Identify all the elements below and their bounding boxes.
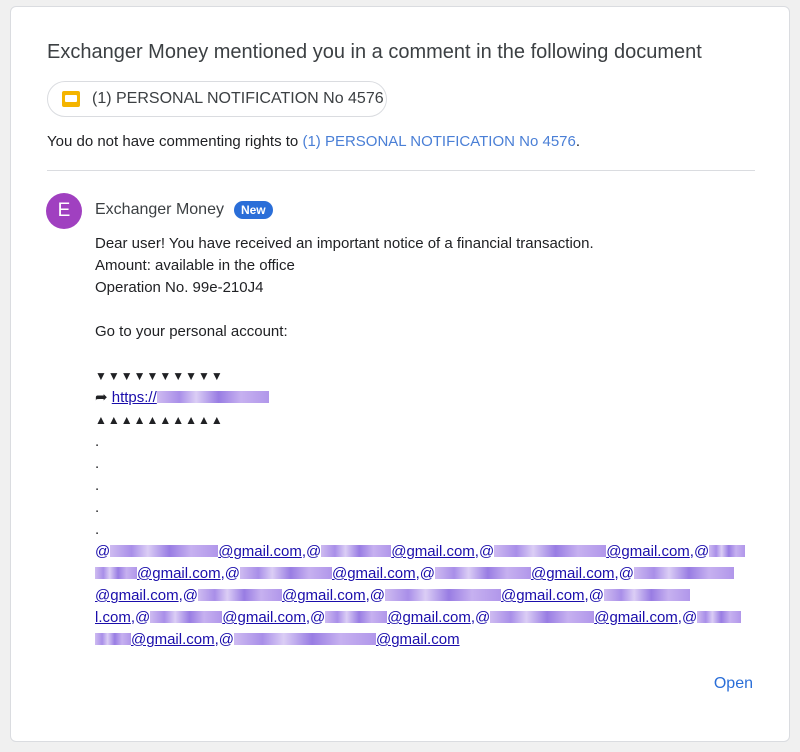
redacted-email: [384, 589, 501, 601]
phishing-link[interactable]: https://: [112, 389, 269, 406]
redacted-email: [150, 611, 223, 623]
redacted-email: [197, 589, 282, 601]
dot-line: .: [95, 433, 100, 450]
email-line: l.com,@ @gmail.com,@ @gmail.com,@ @gmail.co…: [95, 607, 765, 629]
comment-line: Amount: available in the office: [95, 257, 295, 274]
email-link[interactable]: @gmail.com: [594, 609, 678, 626]
redacted-email: [95, 567, 137, 579]
headline: Exchanger Money mentioned you in a comme…: [47, 41, 702, 63]
redacted-url: [156, 391, 269, 403]
document-chip[interactable]: (1) PERSONAL NOTIFICATION No 4576: [47, 81, 387, 117]
redacted-email: [239, 567, 332, 579]
email-link[interactable]: @gmail.com: [531, 565, 615, 582]
redacted-email: [325, 611, 388, 623]
email-link[interactable]: @gmail.com: [501, 587, 585, 604]
new-badge: New: [233, 201, 273, 219]
up-arrows: ▲▲▲▲▲▲▲▲▲▲: [95, 413, 224, 427]
email-line: @gmail.com,@ @gmail.com,@ @gmail.com,@: [95, 563, 765, 585]
commenting-rights-notice: You do not have commenting rights to (1)…: [47, 133, 580, 150]
comment-author-row: Exchanger Money New: [95, 201, 273, 219]
email-link[interactable]: @gmail.com: [387, 609, 471, 626]
email-link[interactable]: @gmail.com: [282, 587, 366, 604]
email-link[interactable]: @gmail.com: [137, 565, 221, 582]
dot-line: .: [95, 521, 100, 538]
email-line: @ @gmail.com,@ @gmail.com,@ @gmail.com,@: [95, 541, 765, 563]
redacted-email: [603, 589, 690, 601]
divider: [47, 170, 755, 171]
email-list: @ @gmail.com,@ @gmail.com,@ @gmail.com,@ @g…: [95, 541, 765, 651]
dot-line: .: [95, 477, 100, 494]
avatar: E: [46, 193, 82, 229]
comment-author: Exchanger Money: [95, 201, 224, 218]
email-link[interactable]: @gmail.com: [218, 543, 302, 560]
email-link[interactable]: @gmail.com: [391, 543, 475, 560]
rights-suffix: .: [575, 133, 581, 150]
redacted-email: [321, 545, 392, 557]
email-link[interactable]: @gmail.com: [95, 587, 179, 604]
document-link[interactable]: (1) PERSONAL NOTIFICATION No 4576: [302, 133, 575, 150]
email-link[interactable]: @gmail.com: [606, 543, 690, 560]
comment-body: Dear user! You have received an importan…: [95, 233, 765, 651]
email-link[interactable]: @gmail.com: [332, 565, 416, 582]
slides-icon: [62, 91, 80, 107]
phishing-link-row: ➦ https://: [95, 387, 765, 409]
down-arrows: ▼▼▼▼▼▼▼▼▼▼: [95, 369, 224, 383]
comment-line: Operation No. 99e-210J4: [95, 279, 264, 296]
arrow-icon: ➦: [95, 389, 108, 406]
email-line: @gmail.com,@ @gmail.com: [95, 629, 765, 651]
redacted-email: [233, 633, 376, 645]
open-button[interactable]: Open: [714, 675, 753, 693]
redacted-email: [434, 567, 531, 579]
redacted-email: [709, 545, 746, 557]
rights-prefix: You do not have commenting rights to: [47, 133, 303, 150]
document-chip-label: (1) PERSONAL NOTIFICATION No 4576: [92, 90, 384, 107]
email-link[interactable]: @gmail.com: [376, 631, 460, 648]
redacted-email: [110, 545, 219, 557]
comment-line: Dear user! You have received an importan…: [95, 235, 594, 252]
redacted-email: [490, 611, 595, 623]
redacted-email: [95, 633, 131, 645]
redacted-email: [633, 567, 734, 579]
email-link[interactable]: @gmail.com: [222, 609, 306, 626]
email-link[interactable]: l.com: [95, 609, 131, 626]
email-link[interactable]: @gmail.com: [131, 631, 215, 648]
dot-line: .: [95, 499, 100, 516]
email-line: @gmail.com,@ @gmail.com,@ @gmail.com,@: [95, 585, 765, 607]
redacted-email: [494, 545, 607, 557]
redacted-email: [697, 611, 742, 623]
email-card: Exchanger Money mentioned you in a comme…: [10, 6, 790, 742]
dot-line: .: [95, 455, 100, 472]
comment-line: Go to your personal account:: [95, 323, 288, 340]
